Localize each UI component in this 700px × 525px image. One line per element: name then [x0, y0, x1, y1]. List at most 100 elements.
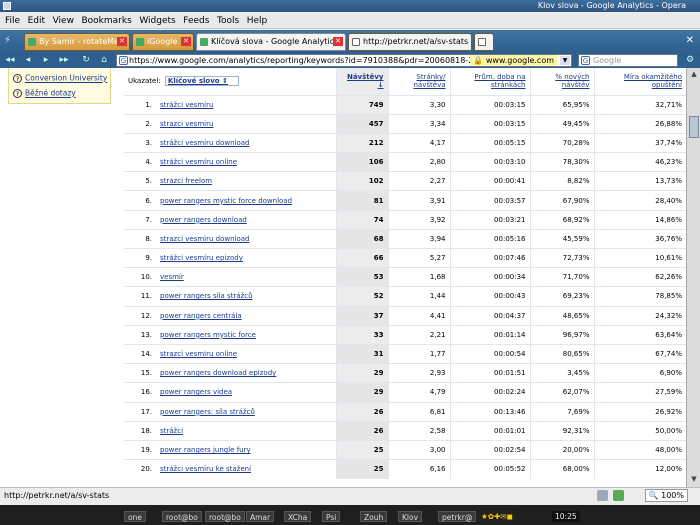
avg-time-cell: 00:00:34 — [449, 267, 530, 287]
keyword-link[interactable]: power rangers download — [160, 216, 247, 224]
new-visits-cell: 78,30% — [529, 152, 594, 172]
menu-tools[interactable]: Tools — [217, 13, 239, 29]
row-number: 15. — [140, 369, 152, 378]
task-root-2[interactable]: root@bo — [205, 511, 245, 522]
table-row: 5. strazci freelom 102 2,27 00:00:41 8,82% 13,… — [124, 171, 686, 191]
visits-cell: 25 — [335, 439, 388, 460]
task-one[interactable]: one — [124, 511, 146, 522]
keyword-link[interactable]: strážci vesmíru ke stažení — [160, 465, 251, 473]
menu-widgets[interactable]: Widgets — [139, 13, 175, 29]
keyword-link[interactable]: strážci vesmíru epizody — [160, 254, 243, 262]
menu-edit[interactable]: Edit — [28, 13, 45, 29]
menu-help[interactable]: Help — [247, 13, 268, 29]
scroll-thumb[interactable] — [689, 116, 699, 138]
keyword-link[interactable]: power rangers centrála — [160, 312, 242, 320]
wand-icon[interactable]: ⚙ — [684, 54, 696, 66]
google-search-icon: G — [581, 56, 590, 65]
header-visits[interactable]: Návštěvy ↓ — [335, 68, 388, 95]
keyword-link[interactable]: power rangers download epizody — [160, 369, 276, 377]
keyword-link[interactable]: power rangers videa — [160, 388, 232, 396]
window-menu-icon[interactable] — [3, 2, 11, 10]
menu-file[interactable]: File — [5, 13, 20, 29]
conversion-university-link[interactable]: Conversion University — [25, 74, 107, 83]
network-icon[interactable] — [597, 490, 608, 501]
address-field[interactable]: G https://www.google.com/analytics/repor… — [116, 54, 572, 67]
selector-label: Ukazatel: — [128, 77, 161, 86]
tray-icons[interactable]: ★✿✚✉◼ — [478, 511, 516, 522]
bounce-rate-cell: 13,73% — [593, 171, 686, 191]
avg-time-cell: 00:13:46 — [449, 401, 530, 422]
keyword-link[interactable]: strazci freelom — [160, 177, 212, 185]
reload-icon[interactable]: ↻ — [80, 54, 92, 66]
task-klov[interactable]: Klov — [398, 511, 423, 522]
close-tab-icon[interactable]: ✕ — [181, 37, 191, 46]
task-amarok[interactable]: Amar — [246, 511, 275, 522]
close-tab-icon[interactable]: ✕ — [333, 37, 343, 46]
search-field[interactable]: G Google — [578, 54, 678, 67]
close-tab-icon[interactable]: ✕ — [117, 37, 127, 46]
forward-icon[interactable]: ▸ — [40, 54, 52, 66]
keyword-link[interactable]: power rangers jungle fury — [160, 446, 251, 454]
pages-per-visit-cell: 5,27 — [387, 247, 450, 268]
menu-view[interactable]: View — [53, 13, 74, 29]
avg-time-cell: 00:00:54 — [449, 343, 530, 364]
keyword-link[interactable]: vesmír — [160, 273, 184, 281]
row-number: 5. — [145, 177, 152, 186]
scroll-down-icon[interactable]: ▼ — [688, 475, 700, 485]
keyword-cell: 4. strážci vesmíru online — [124, 152, 336, 172]
help-link-conversion-university[interactable]: ? Conversion University — [13, 73, 107, 83]
faq-link[interactable]: Běžné dotazy — [25, 89, 76, 98]
dimension-selector[interactable]: Klíčové slovo ⇕ — [164, 76, 239, 87]
panel-toggle-icon[interactable]: ⚡ — [4, 35, 18, 47]
task-xchat[interactable]: XCha — [284, 511, 312, 522]
keyword-link[interactable]: power rangers: síla strážců — [160, 408, 255, 416]
header-bounce-rate[interactable]: Míra okamžitého opuštění — [593, 68, 686, 95]
visits-cell: 749 — [335, 94, 388, 115]
help-link-faq[interactable]: ? Běžné dotazy — [13, 88, 76, 98]
close-window-icon[interactable]: ✕ — [686, 35, 694, 46]
menu-feeds[interactable]: Feeds — [183, 13, 209, 29]
header-new-visits[interactable]: % nových návštěv — [529, 68, 594, 95]
keyword-link[interactable]: strážci — [160, 427, 183, 435]
dimension-header: Ukazatel: Klíčové slovo ⇕ — [124, 68, 336, 95]
table-row: 8. strazci vesmiru download 68 3,94 00:05:16… — [124, 228, 686, 249]
menu-bookmarks[interactable]: Bookmarks — [82, 13, 132, 29]
keyword-link[interactable]: strazci vesmiru — [160, 120, 213, 128]
new-visits-cell: 62,07% — [529, 382, 594, 402]
address-dropdown-icon[interactable]: ▼ — [560, 56, 570, 65]
pages-per-visit-cell: 1,77 — [387, 343, 450, 364]
tab-sv-stats[interactable]: http://petrkr.net/a/sv-stats — [348, 33, 472, 51]
keyword-link[interactable]: strážci vesmíru — [160, 101, 213, 109]
task-psi[interactable]: Psi — [322, 511, 341, 522]
rewind-icon[interactable]: ◂◂ — [4, 54, 16, 66]
bounce-rate-cell: 46,23% — [593, 152, 686, 172]
keyword-link[interactable]: strazci vesmiru download — [160, 235, 250, 243]
secure-domain-badge[interactable]: 🔒 www.google.com — [470, 55, 557, 66]
home-icon[interactable]: ⌂ — [98, 54, 110, 66]
keyword-cell: 9. strážci vesmíru epizody — [124, 247, 336, 268]
tab-igoogle[interactable]: iGoogle ✕ — [132, 33, 194, 51]
task-zouh[interactable]: Zouh — [360, 511, 388, 522]
visits-cell: 26 — [335, 401, 388, 422]
keyword-link[interactable]: power rangers mystic force download — [160, 197, 292, 205]
avg-time-cell: 00:01:14 — [449, 324, 530, 345]
new-tab-button[interactable] — [474, 33, 494, 51]
task-petrkr[interactable]: petrkr@ — [438, 511, 477, 522]
header-avg-time[interactable]: Prům. doba na stránkách — [449, 68, 530, 95]
task-root-1[interactable]: root@bo — [162, 511, 202, 522]
vertical-scrollbar[interactable]: ▲ ▼ — [686, 68, 700, 487]
back-icon[interactable]: ◂ — [22, 54, 34, 66]
keyword-link[interactable]: power rangers mystic force — [160, 331, 256, 339]
header-pages-per-visit[interactable]: Stránky/ návštěva — [387, 68, 450, 95]
keyword-link[interactable]: strazci vesmiru online — [160, 350, 237, 358]
fast-forward-icon[interactable]: ▸▸ — [58, 54, 70, 66]
keyword-link[interactable]: strážci vesmíru download — [160, 139, 250, 147]
bounce-rate-cell: 26,88% — [593, 113, 686, 134]
keyword-link[interactable]: strážci vesmíru online — [160, 158, 237, 166]
transfer-icon[interactable] — [613, 490, 624, 501]
tab-rotateme[interactable]: By Samir - rotateMe ✕ — [24, 33, 130, 51]
keyword-link[interactable]: power rangers síla strážců — [160, 292, 253, 300]
zoom-control[interactable]: 🔍 100% — [644, 489, 688, 502]
scroll-up-icon[interactable]: ▲ — [688, 70, 700, 80]
tab-google-analytics[interactable]: Klíčová slova - Google Analytics ✕ — [196, 33, 346, 51]
